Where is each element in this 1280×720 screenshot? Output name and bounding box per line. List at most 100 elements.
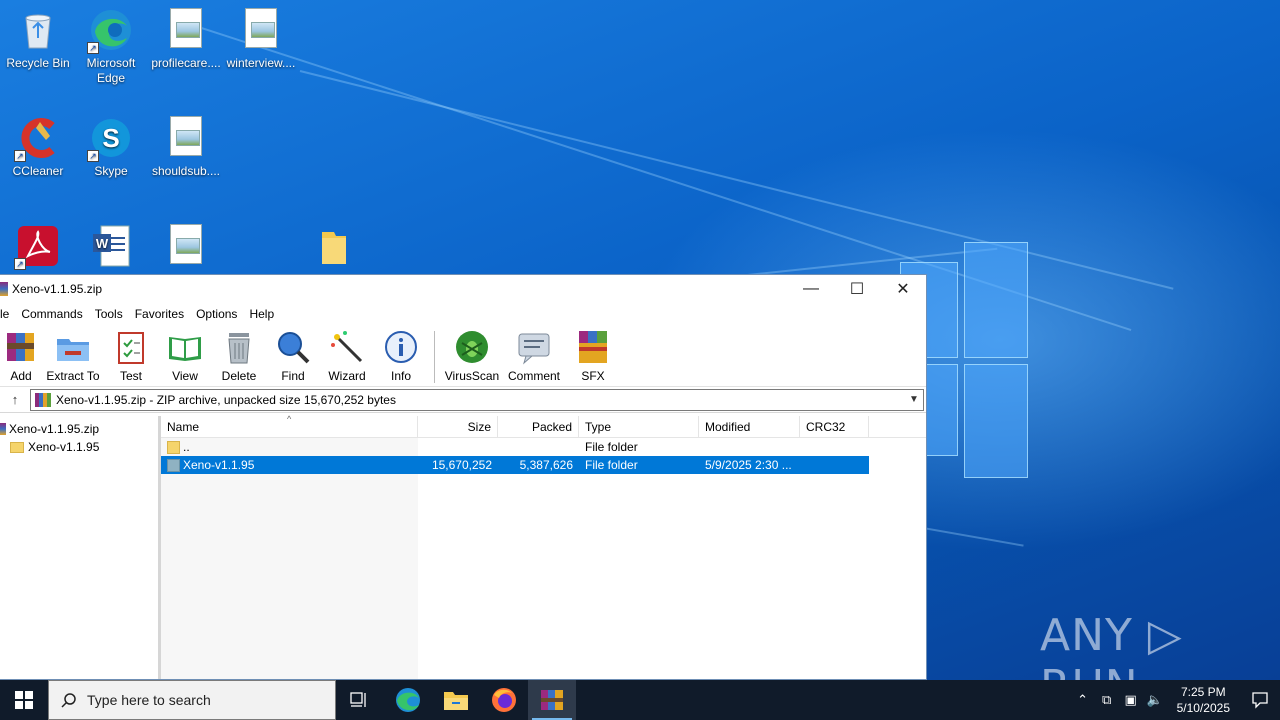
close-button[interactable]: ✕	[880, 275, 926, 303]
desktop-icon-label: Microsoft Edge	[86, 56, 136, 85]
file-explorer-icon	[444, 692, 468, 710]
row-type: File folder	[585, 440, 638, 454]
toolbar-label: Comment	[507, 369, 560, 383]
toolbar-test-button[interactable]: Test	[104, 329, 158, 383]
search-icon	[61, 693, 76, 708]
taskbar-winrar[interactable]	[528, 680, 576, 720]
tree-item-folder[interactable]: Xeno-v1.1.95	[0, 438, 158, 456]
sort-caret-icon: ^	[287, 414, 292, 424]
notifications-button[interactable]	[1240, 680, 1280, 720]
file-list: ^ Name Size Packed Type Modified CRC32 .…	[161, 414, 926, 679]
svg-text:S: S	[102, 123, 119, 153]
toolbar-extract-button[interactable]: Extract To	[42, 329, 104, 383]
clock-time: 7:25 PM	[1180, 685, 1226, 699]
toolbar-add-button[interactable]: Add	[0, 329, 42, 383]
desktop-icon-edge[interactable]: ↗ Microsoft Edge	[73, 2, 149, 86]
column-packed[interactable]: Packed	[498, 415, 579, 438]
extract-folder-icon	[55, 329, 91, 365]
desktop-icon-winterview[interactable]: winterview....	[223, 2, 299, 71]
toolbar-delete-button[interactable]: Delete	[212, 329, 266, 383]
start-button[interactable]	[0, 680, 48, 720]
desktop-icon-image-file[interactable]	[148, 218, 224, 272]
taskbar-edge[interactable]	[384, 680, 432, 720]
folder-icon	[167, 459, 180, 473]
search-placeholder: Type here to search	[87, 692, 211, 708]
toolbar-view-button[interactable]: View	[158, 329, 212, 383]
column-size[interactable]: Size	[418, 415, 498, 438]
windows-start-icon	[15, 691, 33, 709]
info-icon	[383, 329, 419, 365]
taskbar-search-box[interactable]: Type here to search	[48, 680, 336, 720]
desktop-icon-acrobat[interactable]: ↗	[0, 218, 76, 272]
chevron-down-icon[interactable]: ▼	[905, 394, 923, 405]
menu-help[interactable]: Help	[243, 307, 280, 321]
taskbar: Type here to search ⌃ ⧉ ▣ 🔈 7:25 PM 5/10…	[0, 680, 1280, 720]
menu-tools[interactable]: Tools	[89, 307, 129, 321]
desktop-icon-label: Skype	[94, 164, 128, 178]
row-size: 15,670,252	[431, 458, 492, 472]
toolbar-label: Wizard	[328, 369, 366, 383]
row-packed: 5,387,626	[519, 458, 573, 472]
toolbar-label: Delete	[221, 369, 257, 383]
taskbar-firefox[interactable]	[480, 680, 528, 720]
task-view-button[interactable]	[336, 680, 384, 720]
toolbar-info-button[interactable]: Info	[374, 329, 428, 383]
word-document-icon: W	[89, 224, 133, 268]
meet-now-icon[interactable]: ⧉	[1095, 692, 1119, 708]
address-bar: ↑ Xeno-v1.1.95.zip - ZIP archive, unpack…	[0, 387, 926, 413]
desktop-icon-skype[interactable]: S ↗ Skype	[73, 110, 149, 179]
chevron-up-icon[interactable]: ⌃	[1071, 692, 1095, 708]
table-row-selected[interactable]: Xeno-v1.1.95 15,670,252 5,387,626 File f…	[161, 456, 869, 474]
folder-icon	[10, 441, 24, 453]
toolbar-label: SFX	[581, 369, 605, 383]
menu-commands[interactable]: Commands	[15, 307, 88, 321]
desktop-icon-ccleaner[interactable]: ↗ CCleaner	[0, 110, 76, 179]
toolbar-wizard-button[interactable]: Wizard	[320, 329, 374, 383]
desktop-icon-recycle-bin[interactable]: Recycle Bin	[0, 2, 76, 71]
toolbar-separator	[434, 331, 435, 383]
minimize-button[interactable]: —	[788, 275, 834, 303]
up-arrow-icon[interactable]: ↑	[0, 392, 30, 407]
toolbar-label: Extract To	[46, 369, 100, 383]
view-book-icon	[167, 329, 203, 365]
desktop-icon-profilecare[interactable]: profilecare....	[148, 2, 224, 71]
table-row[interactable]: .. File folder	[161, 438, 926, 456]
image-file-icon	[164, 116, 208, 160]
menu-file[interactable]: le	[0, 307, 15, 321]
column-type[interactable]: Type	[579, 415, 699, 438]
tree-item-archive[interactable]: Xeno-v1.1.95.zip	[0, 420, 158, 438]
menu-options[interactable]: Options	[190, 307, 243, 321]
content-panes: Xeno-v1.1.95.zip Xeno-v1.1.95 ^ Name Siz…	[0, 414, 926, 679]
desktop-icon-folder[interactable]	[296, 218, 372, 272]
network-icon[interactable]: ▣	[1119, 692, 1143, 708]
system-tray: ⌃ ⧉ ▣ 🔈 7:25 PM 5/10/2025	[1071, 680, 1280, 720]
title-bar[interactable]: Xeno-v1.1.95.zip — ☐ ✕	[0, 275, 926, 303]
toolbar-virusscan-button[interactable]: VirusScan	[441, 329, 503, 383]
desktop-icon-shouldsub[interactable]: shouldsub....	[148, 110, 224, 179]
taskbar-file-explorer[interactable]	[432, 680, 480, 720]
toolbar-find-button[interactable]: Find	[266, 329, 320, 383]
virus-scan-icon	[454, 329, 490, 365]
address-text: Xeno-v1.1.95.zip - ZIP archive, unpacked…	[56, 392, 396, 407]
menu-favorites[interactable]: Favorites	[129, 307, 190, 321]
clock[interactable]: 7:25 PM 5/10/2025	[1167, 684, 1240, 716]
magnifier-icon	[275, 329, 311, 365]
comment-icon	[516, 329, 552, 365]
volume-icon[interactable]: 🔈	[1143, 692, 1167, 708]
toolbar-sfx-button[interactable]: SFX	[565, 329, 621, 383]
toolbar-comment-button[interactable]: Comment	[503, 329, 565, 383]
clock-date: 5/10/2025	[1176, 701, 1230, 715]
address-field[interactable]: Xeno-v1.1.95.zip - ZIP archive, unpacked…	[30, 388, 924, 411]
desktop-icon-word-doc[interactable]: W	[73, 218, 149, 272]
archive-icon	[35, 392, 51, 407]
maximize-button[interactable]: ☐	[834, 275, 880, 303]
anyrun-watermark: ANY ▷ RUN	[1040, 610, 1183, 680]
toolbar-label: Info	[390, 369, 411, 383]
column-modified[interactable]: Modified	[699, 415, 800, 438]
image-file-icon	[164, 224, 208, 268]
row-type: File folder	[585, 458, 638, 472]
window-title: Xeno-v1.1.95.zip	[12, 282, 103, 296]
column-crc32[interactable]: CRC32	[800, 415, 869, 438]
row-modified: 5/9/2025 2:30 ...	[705, 458, 792, 472]
toolbar-label: View	[172, 369, 198, 383]
